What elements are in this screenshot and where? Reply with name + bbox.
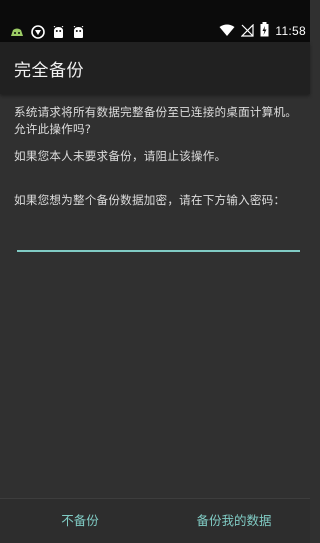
- password-prompt: 如果您想为整个备份数据加密，请在下方输入密码：: [14, 193, 286, 207]
- system-icons: 11:58: [219, 21, 306, 41]
- backup-warning: 如果您本人未要求备份，请阻止该操作。: [14, 149, 227, 163]
- password-field[interactable]: [17, 228, 300, 252]
- android-icon: [52, 25, 65, 39]
- battery-charging-icon: [260, 21, 269, 41]
- app-notification-icon: [31, 25, 45, 39]
- deny-backup-button[interactable]: 不备份: [0, 499, 160, 543]
- clock: 11:58: [275, 24, 306, 38]
- allow-backup-button[interactable]: 备份我的数据: [158, 499, 310, 543]
- status-bar: 11:58: [0, 0, 310, 42]
- app-bar: 完全备份: [0, 42, 310, 94]
- no-signal-icon: [240, 22, 254, 41]
- wifi-icon: [219, 22, 235, 41]
- android-icon: [72, 25, 85, 39]
- android-debug-icon: [10, 27, 24, 37]
- backup-message: 系统请求将所有数据完整备份至已连接的桌面计算机。允许此操作吗?: [14, 105, 298, 136]
- page-title: 完全备份: [14, 61, 84, 81]
- notification-icons: [10, 25, 85, 39]
- action-bar: 不备份 备份我的数据: [0, 498, 310, 543]
